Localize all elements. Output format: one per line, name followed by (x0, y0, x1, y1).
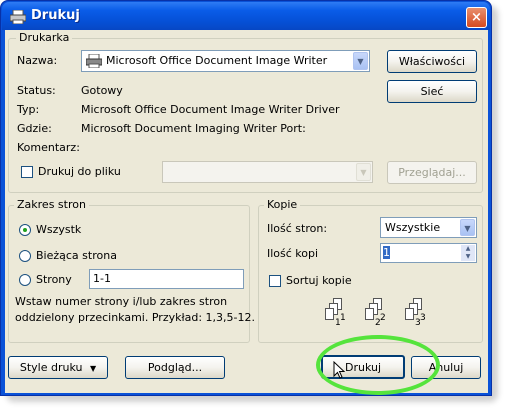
preview-button[interactable]: Podgląd... (125, 356, 225, 379)
copies-label: Ilość kopi (267, 247, 319, 260)
pages-count-value: Wszystkie (385, 221, 441, 234)
mouse-cursor-icon (333, 360, 346, 383)
printer-group-label: Drukarka (16, 31, 73, 44)
pages-count-label: Ilość stron: (267, 222, 328, 235)
copies-spinner[interactable]: ▲ ▼ (461, 245, 475, 261)
range-all-label[interactable]: Wszystk (36, 223, 81, 236)
range-all-radio[interactable] (19, 224, 31, 236)
printer-icon (9, 9, 27, 25)
print-dialog: Drukuj × Drukarka Nazwa: Microsoft Offic… (0, 0, 492, 396)
spin-up-icon[interactable]: ▲ (461, 245, 475, 253)
range-hint-line1: Wstaw numer strony i/lub zakres stron (15, 295, 228, 308)
chevron-down-icon[interactable]: ▼ (460, 219, 475, 236)
copies-group-label: Kopie (264, 198, 301, 211)
network-button[interactable]: Sieć (387, 80, 477, 103)
where-value: Microsoft Document Imaging Writer Port: (81, 122, 306, 135)
range-hint-line2: oddzielony przecinkami. Przykład: 1,3,5-… (15, 311, 255, 324)
status-value: Gotowy (81, 84, 123, 97)
copies-value: 1 (383, 246, 390, 259)
printer-small-icon (85, 53, 103, 71)
where-label: Gdzie: (17, 122, 52, 135)
range-pages-label[interactable]: Strony (36, 273, 72, 286)
comment-label: Komentarz: (17, 141, 80, 154)
pages-count-select[interactable]: Wszystkie ▼ (380, 217, 477, 238)
page-number: 1 (340, 313, 346, 323)
pages-input[interactable]: 1-1 (89, 269, 244, 289)
range-current-label[interactable]: Bieżąca strona (36, 249, 117, 262)
chevron-down-icon[interactable]: ▼ (353, 52, 368, 70)
window-title: Drukuj (31, 8, 80, 23)
type-label: Typ: (17, 103, 40, 116)
type-value: Microsoft Office Document Image Writer D… (81, 103, 340, 116)
printer-name-select[interactable]: Microsoft Office Document Image Writer ▼ (81, 50, 370, 72)
print-style-button[interactable]: Style druku ▼ (8, 356, 108, 379)
collate-label[interactable]: Sortuj kopie (286, 274, 352, 287)
collate-checkbox[interactable] (269, 275, 281, 287)
print-to-file-label[interactable]: Drukuj do pliku (38, 165, 121, 178)
print-to-file-checkbox[interactable] (21, 166, 33, 178)
page-number: 3 (420, 313, 426, 323)
spin-down-icon[interactable]: ▼ (461, 253, 475, 261)
printer-name-value: Microsoft Office Document Image Writer (106, 54, 328, 67)
page-number: 2 (380, 313, 386, 323)
page-icon (365, 308, 374, 320)
status-label: Status: (17, 84, 56, 97)
copies-input[interactable]: 1 ▲ ▼ (380, 243, 477, 263)
page-icon (325, 308, 334, 320)
range-current-radio[interactable] (19, 250, 31, 262)
page-icon (405, 308, 414, 320)
dialog-body: Drukarka Nazwa: Microsoft Office Documen… (5, 30, 488, 393)
page-range-label: Zakres stron (14, 198, 89, 211)
properties-button[interactable]: Właściwości (387, 50, 477, 73)
range-pages-radio[interactable] (19, 274, 31, 286)
chevron-down-icon: ▼ (89, 364, 97, 373)
title-bar[interactable]: Drukuj × (2, 2, 490, 30)
printer-name-label: Nazwa: (17, 54, 58, 67)
print-style-label: Style druku (19, 361, 83, 374)
file-path-select[interactable]: ▼ (162, 161, 373, 183)
chevron-down-icon[interactable]: ▼ (356, 163, 371, 181)
browse-button[interactable]: Przeglądaj... (387, 161, 477, 184)
close-button[interactable]: × (466, 7, 487, 28)
